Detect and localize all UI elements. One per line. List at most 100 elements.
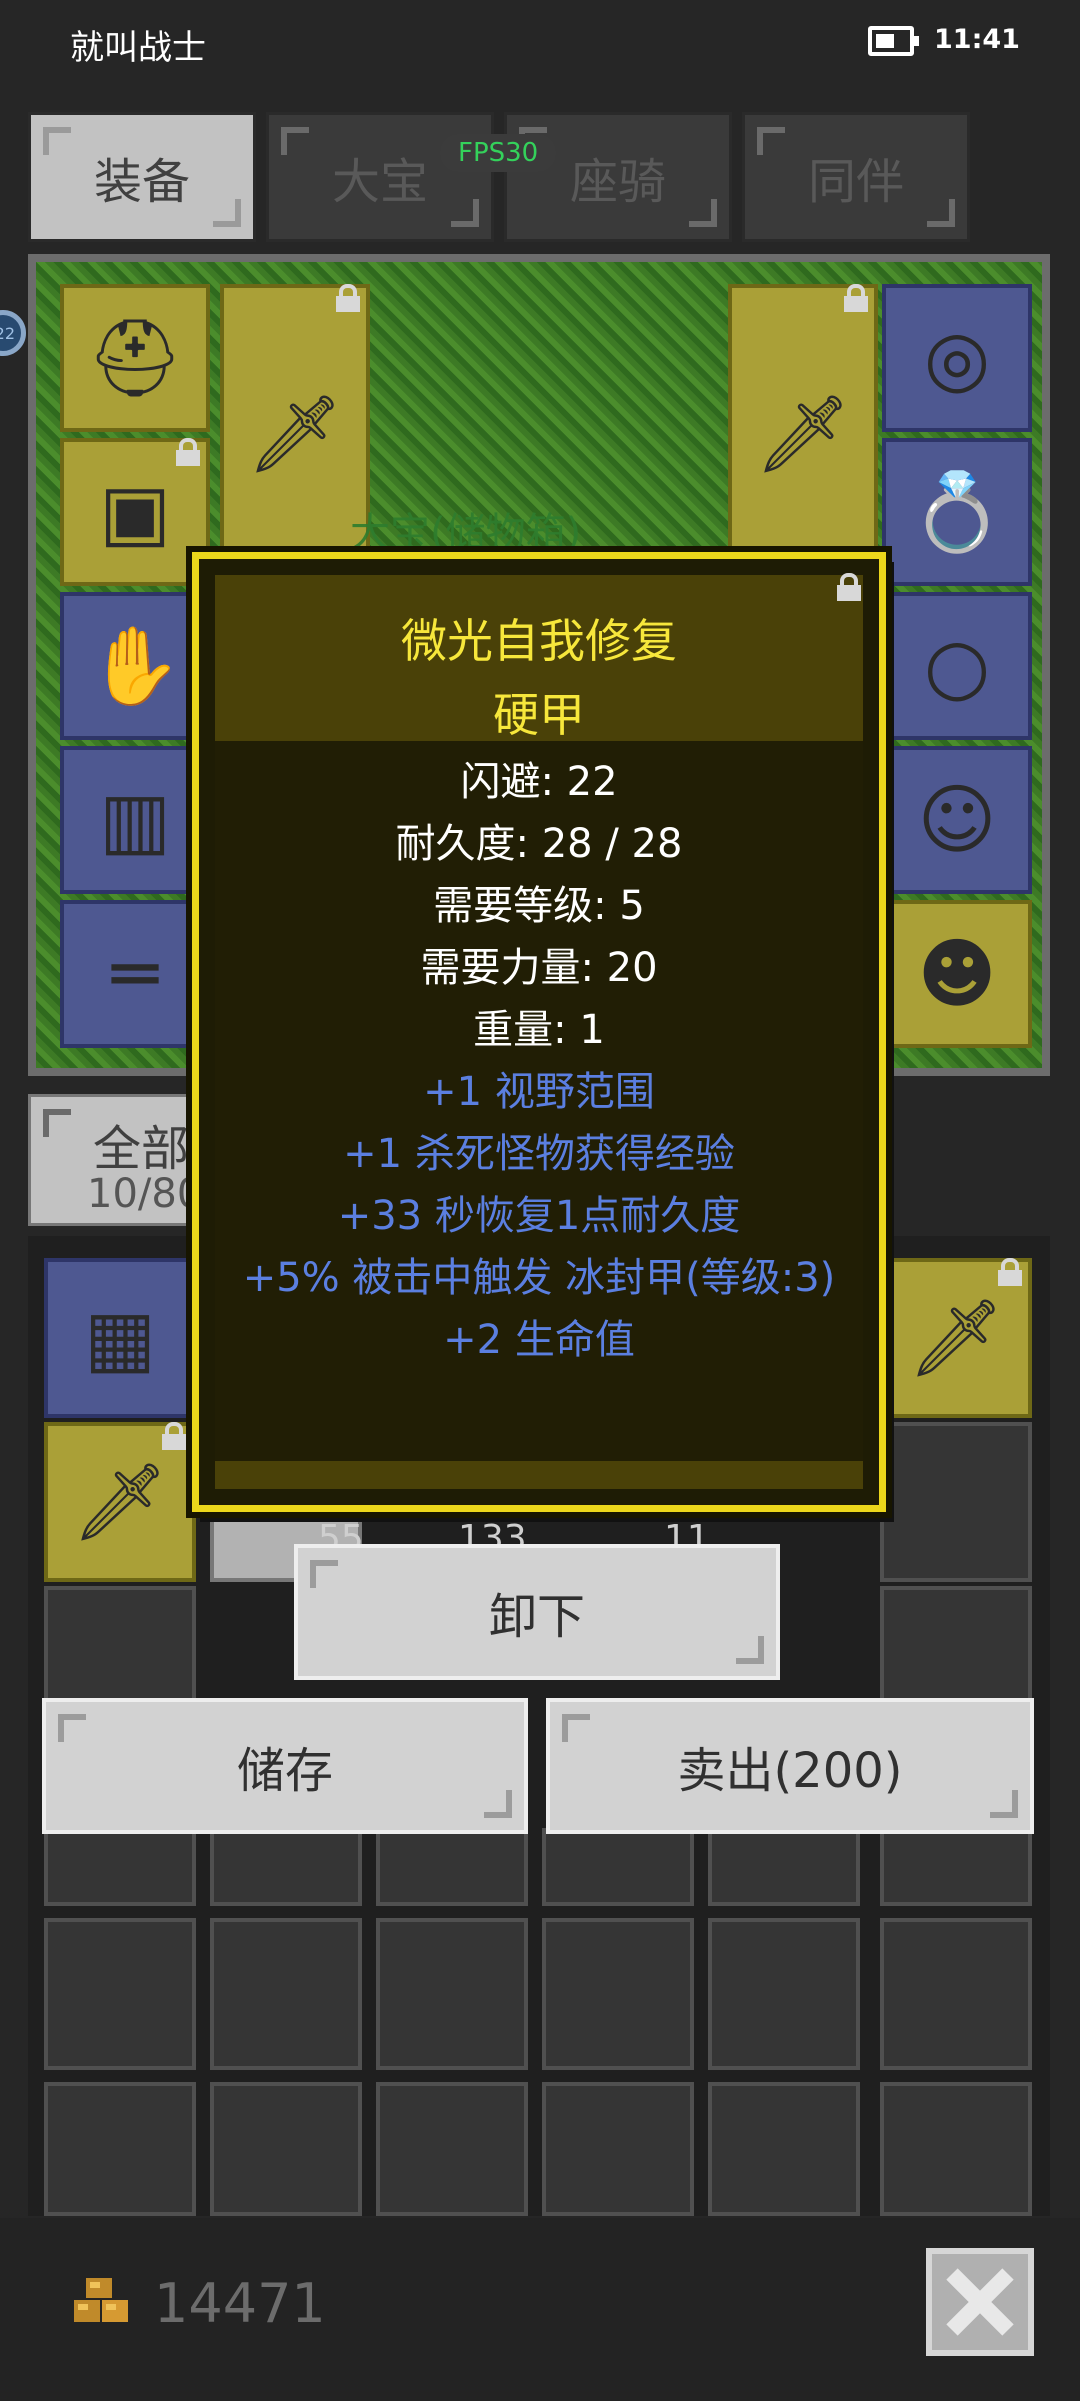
helmet-slot[interactable]: ⛑ [60,284,210,432]
lock-icon [844,284,868,312]
lock-icon[interactable] [837,573,861,601]
inventory-slot[interactable] [880,1828,1032,1906]
belt-slot[interactable]: ═ [60,900,210,1048]
tab-label: 大宝 [331,154,428,210]
corner-decoration [281,127,309,155]
corner-decoration [927,199,955,227]
tab-companion[interactable]: 同伴 [742,112,970,242]
stat-required-level: 需要等级: 5 [433,883,645,929]
item-type: 硬甲 [493,688,585,742]
status-bar: 就叫战士 11:41 [0,0,1080,90]
lock-icon [336,284,360,312]
stat-durability: 耐久度: 28 / 28 [395,821,683,867]
corner-decoration [689,199,717,227]
corner-decoration [310,1560,338,1588]
inventory-slot[interactable] [542,1828,694,1906]
inventory-slot[interactable] [44,1828,196,1906]
item-tooltip: 微光自我修复 硬甲 闪避: 22 耐久度: 28 / 28 需要等级: 5 需要… [192,552,886,1512]
amulet-slot[interactable]: ◎ [882,284,1032,432]
inventory-item-armor[interactable]: ▦ [44,1258,196,1418]
dagger-icon: 🗡 [907,1293,1005,1382]
tab-treasure[interactable]: 大宝 [266,112,494,242]
inventory-slot[interactable] [44,1918,196,2070]
affix-repair: +33 秒恢复1点耐久度 [337,1193,741,1239]
affix-exp: +1 杀死怪物获得经验 [343,1131,735,1177]
tab-mount[interactable]: 座骑 [504,112,732,242]
corner-decoration [736,1636,764,1664]
tab-label: 同伴 [807,154,904,210]
tab-equipment[interactable]: 装备 [28,112,256,242]
sell-label: 卖出(200) [677,1743,903,1799]
inventory-slot[interactable] [542,1918,694,2070]
dagger-icon: 🗡 [71,1457,169,1546]
inventory-slot[interactable] [542,2082,694,2216]
pet-slot-2[interactable]: ☻ [882,900,1032,1048]
store-button[interactable]: 储存 [42,1698,528,1834]
dagger-icon: 🗡 [246,389,344,478]
corner-decoration [213,199,241,227]
ring-slot-2[interactable]: ○ [882,592,1032,740]
inventory-slot[interactable] [44,2082,196,2216]
filter-label: 全部 [93,1121,190,1177]
helmet-icon: ⛑ [86,313,184,402]
inventory-item-dagger[interactable]: 🗡 [44,1422,196,1582]
tooltip-body: 闪避: 22 耐久度: 28 / 28 需要等级: 5 需要力量: 20 重量:… [215,741,863,1469]
ring-icon: ○ [923,621,991,710]
unequip-button[interactable]: 卸下 [294,1544,780,1680]
armor-slot[interactable]: ▣ [60,438,210,586]
corner-decoration [43,1109,71,1137]
inventory-item-dagger[interactable]: 🗡 [880,1258,1032,1418]
inventory-slot[interactable] [210,1828,362,1906]
inventory-slot[interactable] [376,1828,528,1906]
boots-slot[interactable]: ▥ [60,746,210,894]
off-hand-slot[interactable]: 🗡 [728,284,878,584]
ring-slot-1[interactable]: 💍 [882,438,1032,586]
inventory-slot[interactable] [708,1918,860,2070]
pet-slot-1[interactable]: ☺ [882,746,1032,894]
stat-weight: 重量: 1 [473,1007,605,1053]
app-title: 就叫战士 [70,28,206,68]
corner-decoration [484,1790,512,1818]
item-name: 微光自我修复 [401,614,677,668]
corner-decoration [990,1790,1018,1818]
inventory-slot[interactable] [880,2082,1032,2216]
sell-button[interactable]: 卖出(200) [546,1698,1034,1834]
affix-proc: +5% 被击中触发 冰封甲(等级:3) [242,1255,836,1301]
battery-icon [868,26,919,56]
lock-icon [162,1422,186,1450]
pet-portrait-icon: ☻ [917,929,997,1018]
inventory-slot[interactable] [880,1422,1032,1582]
tab-label: 装备 [93,154,190,210]
fps-counter: FPS30 [440,134,557,172]
lock-icon [998,1258,1022,1286]
corner-decoration [58,1714,86,1742]
dagger-icon: 🗡 [754,389,852,478]
inventory-slot[interactable] [376,2082,528,2216]
affix-hp: +2 生命值 [443,1317,635,1363]
inventory-slot[interactable] [708,1828,860,1906]
armor-icon: ▣ [99,467,171,556]
boots-icon: ▥ [99,775,171,864]
clock: 11:41 [934,24,1020,55]
close-icon [946,2268,1014,2336]
storage-label: 大宝(储物箱) [350,510,582,556]
corner-decoration [451,199,479,227]
tooltip-header: 微光自我修复 硬甲 [215,575,863,742]
inventory-slot[interactable] [210,1918,362,2070]
inventory-slot[interactable] [708,2082,860,2216]
corner-decoration [757,127,785,155]
gold-amount: 14471 [154,2272,326,2335]
inventory-slot[interactable] [376,1918,528,2070]
gloves-slot[interactable]: ✋ [60,592,210,740]
stat-required-strength: 需要力量: 20 [420,945,658,991]
amulet-icon: ◎ [923,313,991,402]
inventory-slot[interactable] [880,1918,1032,2070]
main-hand-slot[interactable]: 🗡 [220,284,370,584]
inventory-slot[interactable] [210,2082,362,2216]
corner-decoration [43,127,71,155]
close-button[interactable] [926,2248,1034,2356]
store-label: 储存 [236,1743,333,1799]
level-badge[interactable]: 22 [0,310,26,356]
sapphire-ring-icon: 💍 [909,467,1005,556]
tab-label: 座骑 [569,154,666,210]
